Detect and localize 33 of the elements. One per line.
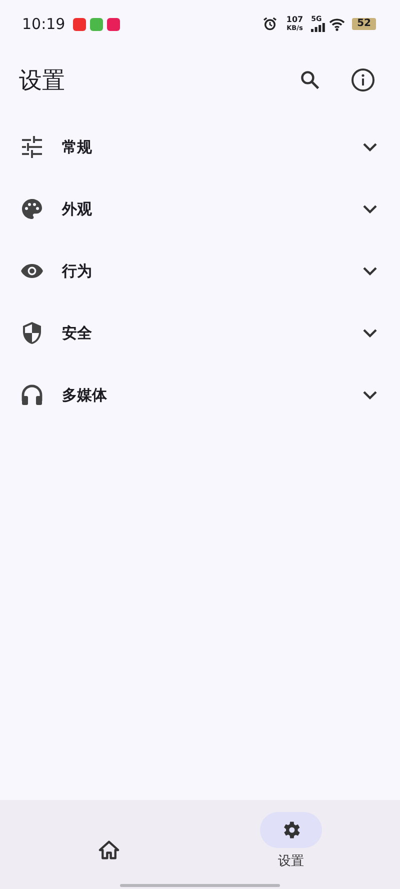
settings-section[interactable]: 安全: [0, 302, 400, 364]
alarm-icon: [262, 16, 278, 32]
section-label: 行为: [62, 262, 92, 280]
chevron-down-icon: [362, 266, 378, 276]
chevron-down-icon: [362, 390, 378, 400]
nav-label: 设置: [278, 853, 304, 870]
nav-item[interactable]: 设置: [241, 812, 341, 889]
chevron-down-icon: [362, 142, 378, 152]
headphones-icon: [19, 383, 45, 407]
settings-section[interactable]: 常规: [0, 116, 400, 178]
page-title: 设置: [19, 66, 65, 96]
search-icon[interactable]: [299, 69, 321, 91]
battery-indicator: 52: [352, 18, 376, 30]
chevron-down-icon: [362, 328, 378, 338]
notification-icon: [90, 18, 104, 30]
notification-icon: [107, 18, 120, 30]
wifi-icon: [329, 18, 346, 30]
section-label: 外观: [62, 200, 92, 218]
section-label: 多媒体: [62, 386, 107, 404]
info-icon[interactable]: [351, 68, 375, 92]
notification-icon: [73, 18, 86, 30]
status-time: 10:19: [22, 15, 66, 33]
palette-icon: [19, 197, 45, 221]
chevron-down-icon: [362, 204, 378, 214]
section-label: 安全: [62, 324, 92, 342]
section-label: 常规: [62, 138, 92, 156]
sliders-icon: [19, 135, 45, 159]
settings-section[interactable]: 多媒体: [0, 364, 400, 426]
home-icon: [98, 840, 120, 860]
settings-section[interactable]: 外观: [0, 178, 400, 240]
settings-section[interactable]: 行为: [0, 240, 400, 302]
signal-icon: [311, 23, 326, 32]
speed-value: 107: [286, 16, 304, 24]
